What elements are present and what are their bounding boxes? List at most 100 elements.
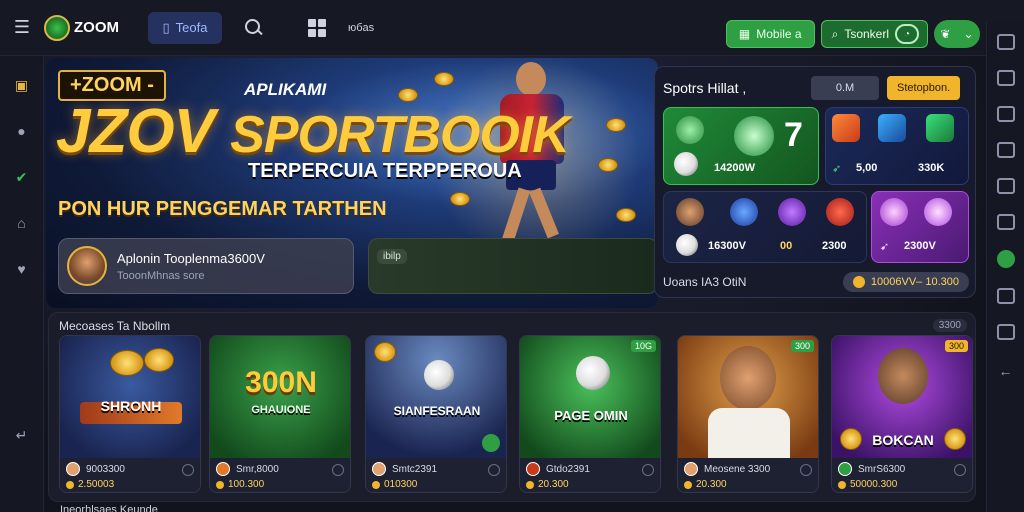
ball-icon [424, 360, 454, 390]
more-icon[interactable] [488, 464, 500, 476]
mobile-button[interactable]: ▦ Mobile a [725, 20, 815, 48]
sports-panel-button[interactable]: Stetopbon. [887, 76, 961, 100]
k-logo-icon [734, 116, 774, 156]
expand-icon[interactable] [996, 288, 1015, 304]
player-portrait [720, 346, 776, 410]
game-card[interactable]: 300N GHAUIONE Smr,8000 100.300 [209, 335, 351, 493]
sports-tile-dark[interactable]: 16300V 00 2300 [663, 191, 867, 263]
game-icon [216, 462, 230, 476]
coin-icon [838, 480, 846, 489]
next-section-title: Ineorhlsaes Keunde [60, 504, 158, 512]
tile-value: 2300V [904, 240, 936, 252]
profile-button[interactable]: ❦ ⌄ [934, 20, 980, 48]
sports-tile-blue[interactable]: ➶ 5,00 330K [825, 107, 969, 185]
game-card-title: SmrS6300 [858, 463, 906, 475]
game-card[interactable]: SHRONH 9003300 2.50003 [59, 335, 201, 493]
game-card-price: 20.300 [538, 479, 569, 490]
featured-card-subtitle: TooonMhnas sore [117, 269, 205, 282]
game-card-price: 010300 [384, 479, 418, 490]
menu-icon[interactable]: ☰ [0, 17, 44, 38]
game-card-title: Meosene 3300 [704, 463, 771, 475]
share-icon[interactable] [996, 106, 1015, 122]
window-switch-icon[interactable] [996, 34, 1015, 50]
shield-icon [878, 114, 906, 142]
heart-icon[interactable]: ♥ [11, 258, 33, 280]
toggle-switch-icon[interactable]: ◔ [895, 24, 919, 44]
game-card-sublabel: GHAUIONE [251, 404, 311, 416]
tab-active[interactable]: ▯ Teofa [148, 11, 222, 44]
flag-icon[interactable] [996, 324, 1015, 340]
game-card-title: Smr,8000 [236, 463, 279, 475]
games-section-title: Mecoases Ta Nbollm [59, 319, 171, 333]
toggle-button[interactable]: ⌕ Tsonkerl ◔ [820, 20, 928, 48]
game-card-tag: 10G [630, 340, 656, 352]
game-card[interactable]: 300 BOKCAN SmrS6300 50000.300 [831, 335, 973, 493]
coin-icon [684, 480, 692, 489]
player-portrait [878, 348, 928, 404]
k-shield-icon [832, 114, 860, 142]
sparkle-icon [924, 198, 952, 226]
secondary-card-badge: ibilp [377, 249, 407, 264]
games-count-badge: 3300 [932, 319, 967, 332]
sports-panel: Spotrs Hillat , 0.M Stetopbon. 7 14200W … [654, 66, 976, 298]
hero-banner[interactable]: +ZOOM - APLIKAMI JZOV SPORTBOOIK TERPERC… [46, 58, 658, 308]
game-card-art: SIANFESRAAN [366, 336, 506, 458]
more-icon[interactable] [954, 464, 966, 476]
coin-icon [434, 72, 454, 86]
treasure-icon[interactable]: ▣ [11, 74, 33, 96]
more-icon[interactable] [800, 464, 812, 476]
game-card-footer: Gtdo2391 20.300 [520, 458, 660, 492]
copy-icon[interactable] [996, 70, 1015, 86]
ball-icon [576, 356, 610, 390]
game-card-footer: SmrS6300 50000.300 [832, 458, 972, 492]
sports-panel-chip[interactable]: 0.M [811, 76, 879, 100]
game-card[interactable]: 300 Meosene 3300 20.300 [677, 335, 819, 493]
more-icon[interactable] [642, 464, 654, 476]
search-icon[interactable] [244, 18, 264, 38]
coin-icon [616, 208, 636, 222]
more-icon[interactable] [182, 464, 194, 476]
featured-player-card[interactable]: Aplonin Tooplenma3600V TooonMhnas sore [58, 238, 354, 294]
game-card-title: Smtc2391 [392, 463, 438, 475]
home-icon[interactable]: ⌂ [11, 212, 33, 234]
hero-line-2: PON HUR PENGGEMAR TARTHEN [58, 198, 387, 220]
stack-icon[interactable] [996, 214, 1015, 230]
sports-tile-main[interactable]: 7 14200W [663, 107, 819, 185]
game-card-tag: 300 [790, 340, 814, 352]
arrow-left-icon[interactable]: ← [995, 360, 1017, 382]
red-badge-icon [826, 198, 854, 226]
game-card-art: SHRONH [60, 336, 200, 458]
purple-badge-icon [778, 198, 806, 226]
left-sidebar: ▣ ● ✔ ⌂ ♥ ↵ [0, 56, 44, 512]
check-icon[interactable]: ✔ [11, 166, 33, 188]
copy-2-icon[interactable] [996, 178, 1015, 194]
layers-icon[interactable] [996, 142, 1015, 158]
top-label[interactable]: юбas [348, 22, 374, 34]
chevron-down-icon: ⌄ [963, 27, 974, 41]
game-card-label: BOKCAN [872, 432, 934, 448]
play-icon[interactable] [482, 434, 500, 452]
game-icon [684, 462, 698, 476]
sports-tile-purple[interactable]: ➹ 2300V [871, 191, 969, 263]
game-card[interactable]: SIANFESRAAN Smtc2391 010300 [365, 335, 507, 493]
more-icon[interactable] [332, 464, 344, 476]
dot-icon[interactable]: ● [11, 120, 33, 142]
secondary-card[interactable]: ibilp [368, 238, 658, 294]
grid-small-icon: ▦ [738, 27, 751, 41]
game-card-label: SHRONH [100, 398, 162, 414]
grid-icon[interactable] [308, 18, 326, 37]
game-card-label: SIANFESRAAN [393, 404, 481, 418]
trophy-icon [880, 198, 908, 226]
status-online-icon[interactable] [996, 250, 1015, 268]
back-icon[interactable]: ↵ [11, 424, 33, 446]
arrow-badge-icon [926, 114, 954, 142]
right-sidebar: ← [986, 22, 1024, 512]
sports-footer-value-text: 10006VV– 10.300 [870, 276, 959, 288]
game-card[interactable]: 10G PAGE OMIN Gtdo2391 20.300 [519, 335, 661, 493]
blue-badge-icon [730, 198, 758, 226]
sports-footer-value[interactable]: 10006VV– 10.300 [842, 272, 969, 292]
logo[interactable]: ZOOM [44, 14, 134, 41]
leaf-icon: ❦ [940, 27, 951, 41]
coin-icon [450, 192, 470, 206]
game-card-title: 9003300 [86, 463, 125, 475]
